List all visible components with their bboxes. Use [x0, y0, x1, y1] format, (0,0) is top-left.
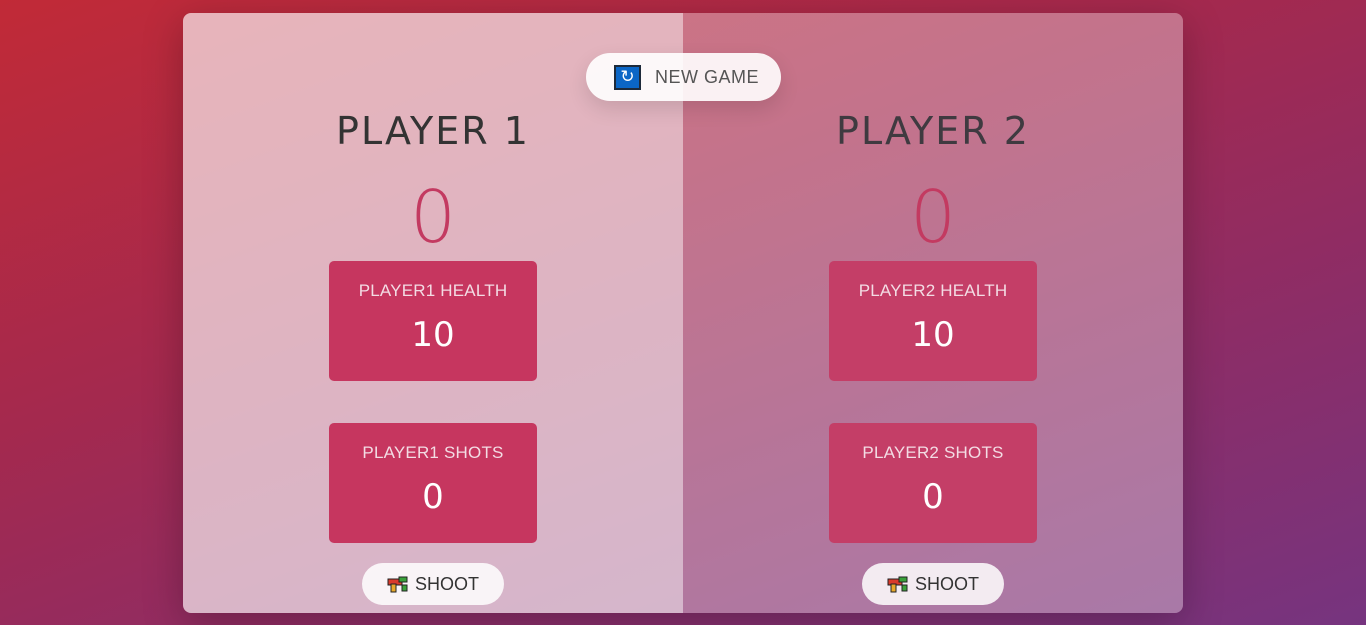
player1-shoot-label: SHOOT — [414, 573, 479, 594]
player2-shots-label: PLAYER2 SHOTS — [862, 443, 1004, 462]
gun-icon — [387, 576, 408, 593]
player1-shoot-button[interactable]: SHOOT — [362, 563, 504, 605]
player2-health-value: 10 — [911, 315, 955, 355]
player2-panel: PLAYER 2 0 PLAYER2 HEALTH 10 PLAYER2 SHO… — [683, 13, 1183, 613]
refresh-icon: ↻ — [614, 64, 641, 90]
player2-health-box: PLAYER2 HEALTH 10 — [829, 261, 1037, 381]
player1-shots-label: PLAYER1 SHOTS — [362, 443, 504, 462]
player2-score: 0 — [910, 175, 956, 259]
gun-icon — [887, 576, 908, 593]
player1-score: 0 — [410, 175, 456, 259]
player1-health-label: PLAYER1 HEALTH — [358, 281, 508, 300]
player2-name: PLAYER 2 — [836, 109, 1030, 153]
player2-health-label: PLAYER2 HEALTH — [858, 281, 1008, 300]
new-game-button[interactable]: ↻ NEW GAME — [586, 53, 781, 101]
player1-shots-value: 0 — [422, 477, 444, 517]
player2-shots-box: PLAYER2 SHOTS 0 — [829, 423, 1037, 543]
player1-panel: PLAYER 1 0 PLAYER1 HEALTH 10 PLAYER1 SHO… — [183, 13, 683, 613]
player1-shots-box: PLAYER1 SHOTS 0 — [329, 423, 537, 543]
player2-shoot-label: SHOOT — [914, 573, 979, 594]
player2-shoot-button[interactable]: SHOOT — [862, 563, 1004, 605]
new-game-label: NEW GAME — [655, 66, 760, 87]
player1-health-box: PLAYER1 HEALTH 10 — [329, 261, 537, 381]
player2-shots-value: 0 — [922, 477, 944, 517]
game-board: PLAYER 1 0 PLAYER1 HEALTH 10 PLAYER1 SHO… — [183, 13, 1183, 613]
player1-health-value: 10 — [411, 315, 455, 355]
player1-name: PLAYER 1 — [336, 109, 530, 153]
